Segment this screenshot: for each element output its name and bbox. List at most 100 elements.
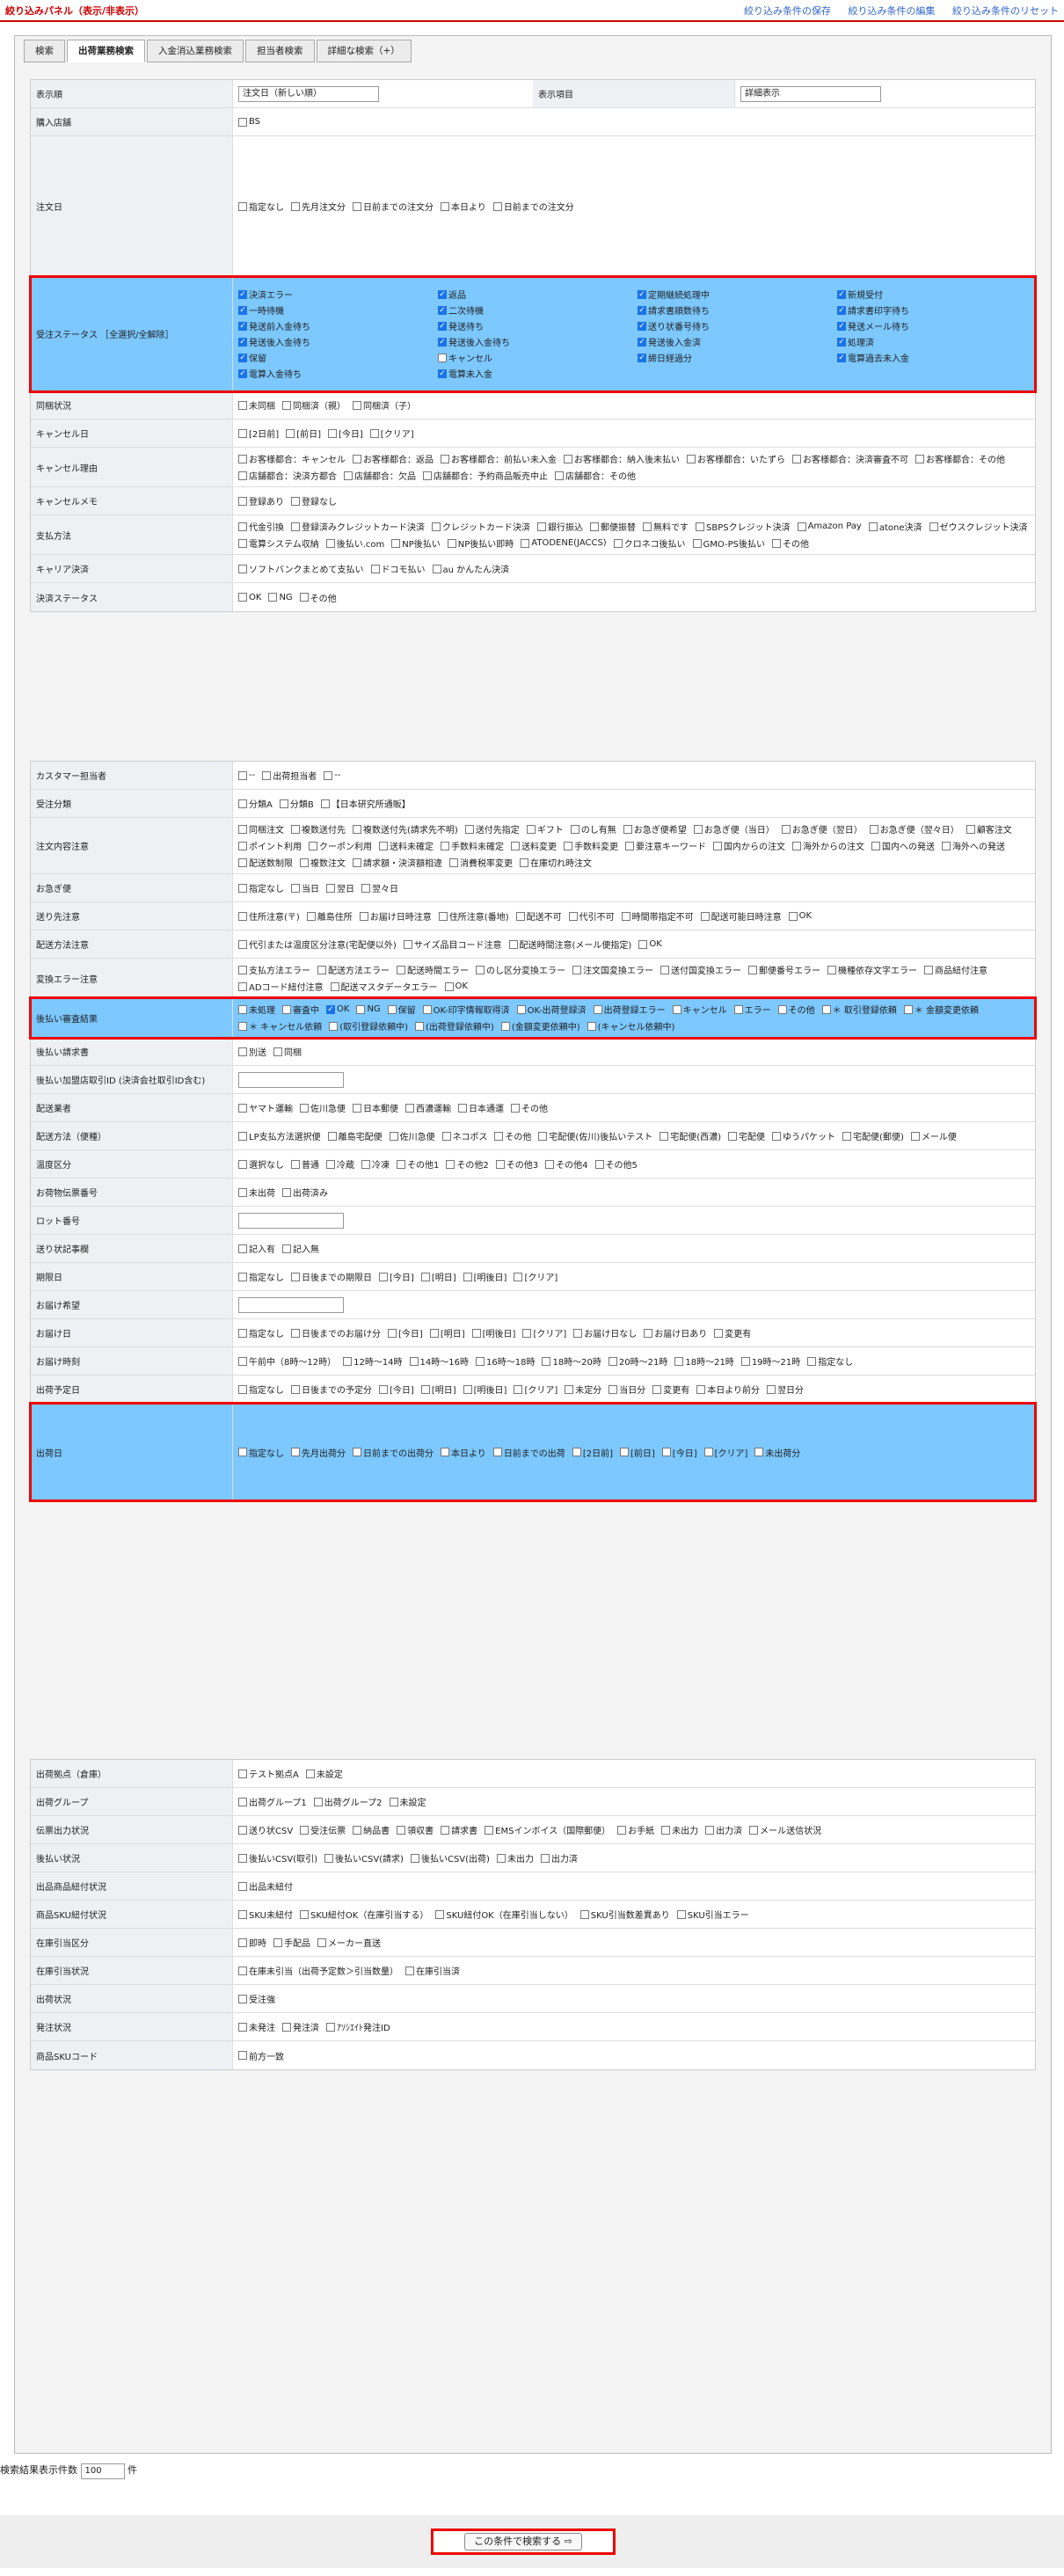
checkbox-option[interactable]: 記入無 (282, 1242, 319, 1255)
checkbox-option[interactable]: [明日] (420, 1383, 456, 1396)
checkbox-option[interactable]: 在庫未引当（出荷予定数＞引当数量） (238, 1964, 398, 1977)
checkbox-option[interactable]: 出荷担当者 (262, 769, 317, 782)
checkbox-option[interactable]: 店舗都合：欠品 (344, 469, 416, 482)
checkbox-option[interactable]: OK-印字情報取得済 (422, 1003, 510, 1016)
checkbox-option[interactable]: ヤマト運輸 (238, 1101, 293, 1114)
checkbox-option[interactable]: Amazon Pay (797, 522, 862, 531)
checkbox-option[interactable]: 出品未紐付 (238, 1879, 293, 1893)
checkbox-option[interactable]: 配送マスタデータエラー (330, 980, 438, 993)
checkbox-option[interactable]: ソフトバンクまとめて支払い (238, 562, 364, 575)
checkbox-option[interactable]: お届け日あり (644, 1326, 707, 1339)
checkbox-option[interactable]: 離島宅配便 (327, 1129, 383, 1142)
checkbox-option[interactable]: [クリア] (514, 1383, 558, 1396)
checkbox-option[interactable]: 後払いCSV(請求) (324, 1851, 404, 1864)
checkbox-option[interactable]: 後払いCSV(取引) (238, 1851, 317, 1864)
checkbox-option[interactable]: その他4 (545, 1157, 588, 1171)
checkbox-option[interactable]: 未同梱 (238, 398, 275, 412)
checkbox-option[interactable]: お急ぎ便（翌日） (781, 822, 863, 836)
item-select[interactable]: 詳細表示 (740, 85, 881, 102)
checkbox-option[interactable]: 前方一致 (238, 2049, 284, 2062)
checkbox-option[interactable]: お客様都合：納入後未払い (564, 452, 680, 465)
checkbox-option[interactable]: OK (444, 982, 468, 991)
checkbox-option[interactable]: 本日より (441, 200, 486, 213)
checkbox-option[interactable]: 郵便振替 (590, 520, 636, 533)
checkbox-option[interactable]: [明日] (429, 1326, 465, 1339)
checkbox-option[interactable]: 先月出荷分 (291, 1446, 346, 1459)
checkbox-option[interactable]: 指定なし (238, 1326, 284, 1339)
checkbox-option[interactable]: GMO-PS後払い (692, 536, 765, 550)
checkbox-option[interactable]: メール送信状況 (749, 1823, 821, 1836)
checkbox-option[interactable]: 顧客注文 (966, 822, 1012, 836)
checkbox-option[interactable]: お客様都合：キャンセル (238, 452, 346, 465)
checkbox-option[interactable]: その他2 (446, 1157, 489, 1171)
panel-toggle-title[interactable]: 絞り込みパネル（表示/非表示） (5, 4, 144, 18)
checkbox-option[interactable]: [クリア] (703, 1446, 747, 1459)
checkbox-option[interactable]: OK-出荷登録済 (516, 1003, 587, 1016)
checkbox-option[interactable]: 送料変更 (511, 839, 557, 852)
checkbox-option[interactable]: お急ぎ便（当日） (693, 822, 775, 836)
checkbox-option[interactable]: 領収書 (397, 1823, 434, 1836)
checkbox-option[interactable]: 登録済みクレジットカード決済 (291, 520, 425, 533)
checkbox-option[interactable]: 配送方法エラー (317, 963, 390, 976)
checkbox-option[interactable]: 宅配便(佐川)後払いテスト (538, 1129, 652, 1142)
checkbox-option[interactable]: 在庫引当済 (405, 1964, 460, 1977)
checkbox-option[interactable]: 本日より (441, 1446, 486, 1459)
status-checkbox[interactable]: キャンセル (438, 351, 630, 364)
checkbox-option[interactable]: 指定なし (238, 881, 284, 894)
checkbox-option[interactable]: 宅配便(郵便) (842, 1129, 904, 1142)
checkbox-option[interactable]: お客様都合：前払い未入金 (441, 452, 557, 465)
checkbox-option[interactable]: お客様都合：決済審査不可 (792, 452, 908, 465)
checkbox-option[interactable]: ＊ 金額変更依頼 (903, 1003, 979, 1016)
tab-staff[interactable]: 担当者検索 (245, 40, 315, 62)
checkbox-option[interactable]: 同梱 (273, 1045, 302, 1058)
checkbox-option[interactable]: ADコード紐付注意 (238, 980, 324, 993)
save-conditions-link[interactable]: 絞り込み条件の保存 (744, 5, 831, 17)
checkbox-option[interactable]: 住所注意(〒) (238, 909, 300, 923)
checkbox-option[interactable]: 指定なし (238, 1446, 284, 1459)
checkbox-option[interactable]: [クリア] (514, 1270, 558, 1283)
checkbox-option[interactable]: お手紙 (617, 1823, 654, 1836)
checkbox-option[interactable]: 送り状CSV (238, 1823, 293, 1836)
checkbox-option[interactable]: 納品書 (353, 1823, 390, 1836)
checkbox-option[interactable]: 日本通運 (458, 1101, 504, 1114)
checkbox-option[interactable]: 代金引換 (238, 520, 284, 533)
checkbox-option[interactable]: 分類B (279, 797, 314, 810)
checkbox-option[interactable]: お急ぎ便（翌々日） (869, 822, 959, 836)
checkbox-option[interactable]: 出荷グループ1 (238, 1795, 307, 1808)
checkbox-option[interactable]: SBPSクレジット決済 (696, 520, 791, 533)
checkbox-option[interactable]: 機種依存文字エラー (827, 963, 917, 976)
checkbox-option[interactable]: クーポン利用 (309, 839, 372, 852)
checkbox-option[interactable]: EMSインボイス（国際郵便） (485, 1823, 610, 1836)
status-checkbox[interactable]: ✓ 発送後入金済 (638, 335, 830, 348)
checkbox-option[interactable]: ｱｿｼｴｲﾄ発注ID (326, 2020, 390, 2033)
checkbox-option[interactable]: ゼウスクレジット決済 (929, 520, 1028, 533)
checkbox-option[interactable]: 日本郵便 (353, 1101, 398, 1114)
checkbox-option[interactable]: その他 (772, 536, 809, 550)
tab-shipping[interactable]: 出荷業務検索 (67, 40, 145, 62)
checkbox-option[interactable]: 複数注文 (300, 856, 346, 869)
checkbox-option[interactable]: 後払い.com (325, 536, 384, 550)
checkbox-option[interactable]: ギフト (526, 822, 564, 836)
checkbox-option[interactable]: キャンセル (672, 1003, 727, 1016)
checkbox-option[interactable]: 変更有 (652, 1383, 689, 1396)
checkbox-option[interactable]: 後払いCSV(出荷) (410, 1851, 490, 1864)
checkbox-option[interactable]: 配送時間エラー (397, 963, 469, 976)
checkbox-option[interactable]: 未出力 (496, 1851, 534, 1864)
checkbox-option[interactable]: NG (268, 593, 293, 602)
checkbox-option[interactable]: 配送数制限 (238, 856, 293, 869)
checkbox-option[interactable]: [今日] (661, 1446, 697, 1459)
checkbox-option[interactable]: 普通 (291, 1157, 319, 1171)
status-checkbox[interactable]: ✓ 電算未入金 (438, 367, 630, 380)
checkbox-option[interactable]: 19時〜21時 (740, 1354, 800, 1368)
tab-search[interactable]: 検索 (24, 40, 65, 62)
checkbox-option[interactable]: 店舗都合：その他 (555, 469, 636, 482)
status-checkbox[interactable]: ✓ 保留 (238, 351, 431, 364)
text-input[interactable] (238, 1212, 344, 1229)
checkbox-option[interactable]: 即時 (238, 1936, 266, 1949)
checkbox-option[interactable]: その他 (299, 591, 337, 604)
checkbox-option[interactable]: [今日] (379, 1270, 414, 1283)
order-select[interactable]: 注文日（新しい順） (238, 85, 379, 102)
checkbox-option[interactable]: 指定なし (807, 1354, 853, 1368)
checkbox-option[interactable]: 16時〜18時 (476, 1354, 535, 1368)
checkbox-option[interactable]: BS (238, 117, 260, 127)
